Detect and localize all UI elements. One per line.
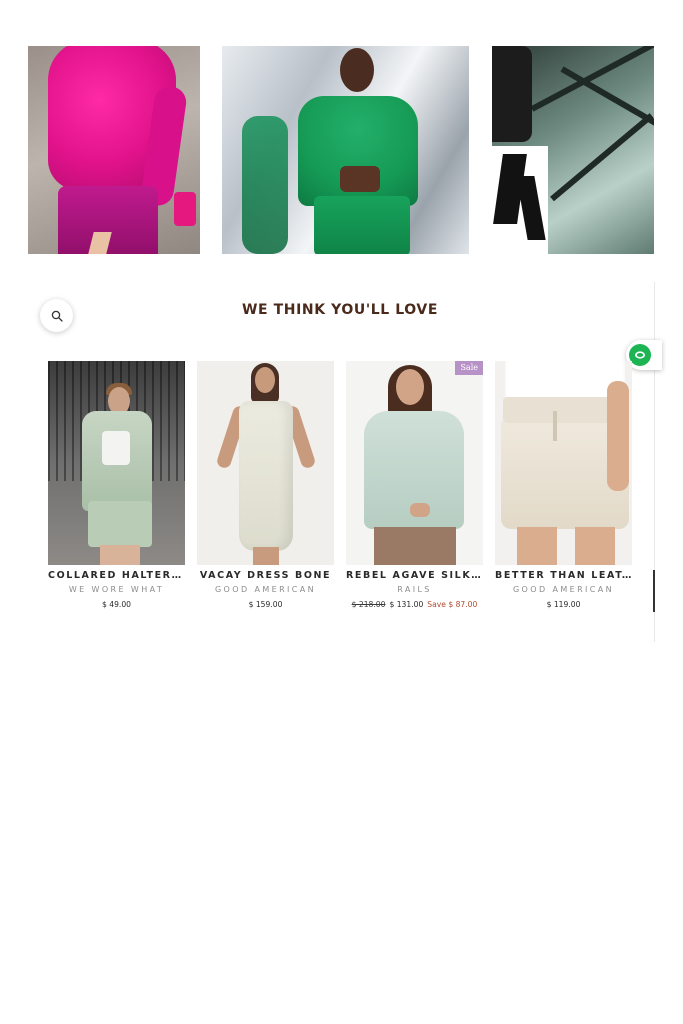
product-name[interactable]: REBEL AGAVE SILK...: [346, 570, 483, 581]
shorts-shape: [88, 501, 152, 547]
product-brand: RAILS: [397, 585, 432, 594]
midriff-shape: [340, 166, 380, 192]
product-image[interactable]: [197, 361, 334, 565]
product-name[interactable]: BETTER THAN LEAT...: [495, 570, 632, 581]
save-amount: Save $ 87.00: [427, 600, 478, 609]
patterned-pants-shape: [492, 146, 548, 254]
chat-icon: [629, 344, 651, 366]
dark-top-shape: [492, 46, 532, 142]
pink-bag-shape: [174, 192, 196, 226]
product-price: $ 49.00: [102, 600, 131, 609]
original-price: $ 218.00: [351, 600, 386, 609]
product-image[interactable]: [495, 361, 632, 565]
product-price-row: $ 218.00 $ 131.00 Save $ 87.00: [346, 600, 483, 609]
search-button[interactable]: [40, 299, 73, 332]
green-skirt-shape: [314, 196, 410, 254]
product-brand: GOOD AMERICAN: [512, 585, 615, 594]
head-shape: [340, 48, 374, 92]
product-name[interactable]: COLLARED HALTER ...: [48, 570, 185, 581]
product-brand: WE WORE WHAT: [68, 585, 165, 594]
product-card[interactable]: BETTER THAN LEAT... GOOD AMERICAN $ 119.…: [495, 361, 632, 609]
top-shape: [102, 431, 130, 465]
gallery-image-green-outfit[interactable]: [222, 46, 469, 254]
section-title: WE THINK YOU'LL LOVE: [241, 302, 439, 318]
hand-shape: [410, 503, 430, 517]
dress-shape: [239, 401, 293, 551]
product-card[interactable]: VACAY DRESS BONE GOOD AMERICAN $ 159.00: [197, 361, 334, 609]
product-image[interactable]: [48, 361, 185, 565]
reflection-shape: [242, 116, 288, 254]
head-shape: [396, 369, 424, 405]
sale-badge: Sale: [455, 361, 483, 375]
legs-shape: [575, 527, 615, 565]
product-price-row: $ 49.00: [48, 600, 185, 609]
beam-shape: [530, 46, 654, 112]
product-card[interactable]: COLLARED HALTER ... WE WORE WHAT $ 49.00: [48, 361, 185, 609]
beam-shape: [550, 113, 654, 202]
product-brand: GOOD AMERICAN: [214, 585, 317, 594]
product-image[interactable]: Sale: [346, 361, 483, 565]
product-card[interactable]: Sale REBEL AGAVE SILK... RAILS $ 218.00 $…: [346, 361, 483, 609]
drawstring-shape: [553, 411, 557, 441]
arm-shape: [607, 381, 629, 491]
product-price: $ 119.00: [546, 600, 581, 609]
beam-shape: [560, 66, 654, 127]
legs-shape: [100, 545, 140, 565]
gallery-image-black-white-outfit[interactable]: [492, 46, 654, 254]
legs-shape: [253, 547, 279, 565]
legs-shape: [517, 527, 557, 565]
search-icon: [51, 310, 63, 322]
product-price: $ 159.00: [248, 600, 283, 609]
product-name[interactable]: VACAY DRESS BONE: [197, 570, 334, 581]
product-price: $ 131.00: [389, 600, 424, 609]
pants-shape: [374, 527, 456, 565]
gallery-image-pink-outfit[interactable]: [28, 46, 200, 254]
next-card-edge: [653, 570, 655, 612]
product-price-row: $ 119.00: [495, 600, 632, 609]
head-shape: [255, 367, 275, 393]
product-price-row: $ 159.00: [197, 600, 334, 609]
